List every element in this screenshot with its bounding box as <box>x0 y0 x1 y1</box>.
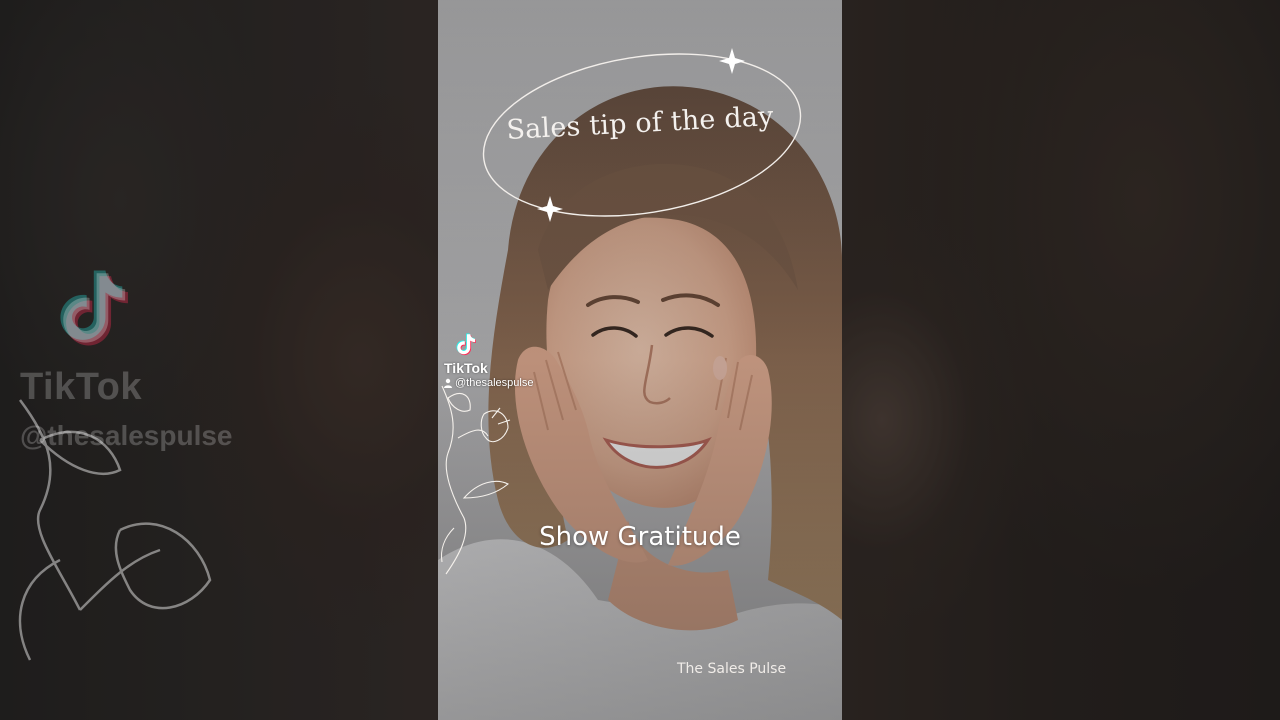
video-frame: TikTok @thesalespulse Sales tip of the d… <box>0 0 1280 720</box>
blurred-background-left: TikTok @thesalespulse <box>0 0 438 720</box>
photo-panel: Sales tip of the day TikTok @thesalespul… <box>438 0 842 720</box>
sparkle-icon <box>719 48 745 74</box>
blurred-tiktok-logo-icon <box>60 270 128 346</box>
blurred-background-right <box>842 0 1280 720</box>
brand-name: The Sales Pulse <box>677 661 787 677</box>
tip-text: Show Gratitude <box>539 522 741 552</box>
tiktok-name: TikTok <box>444 360 488 376</box>
blurred-flower-line-art <box>18 399 212 661</box>
tiktok-logo-icon <box>456 333 476 356</box>
sparkle-icon <box>537 196 563 222</box>
